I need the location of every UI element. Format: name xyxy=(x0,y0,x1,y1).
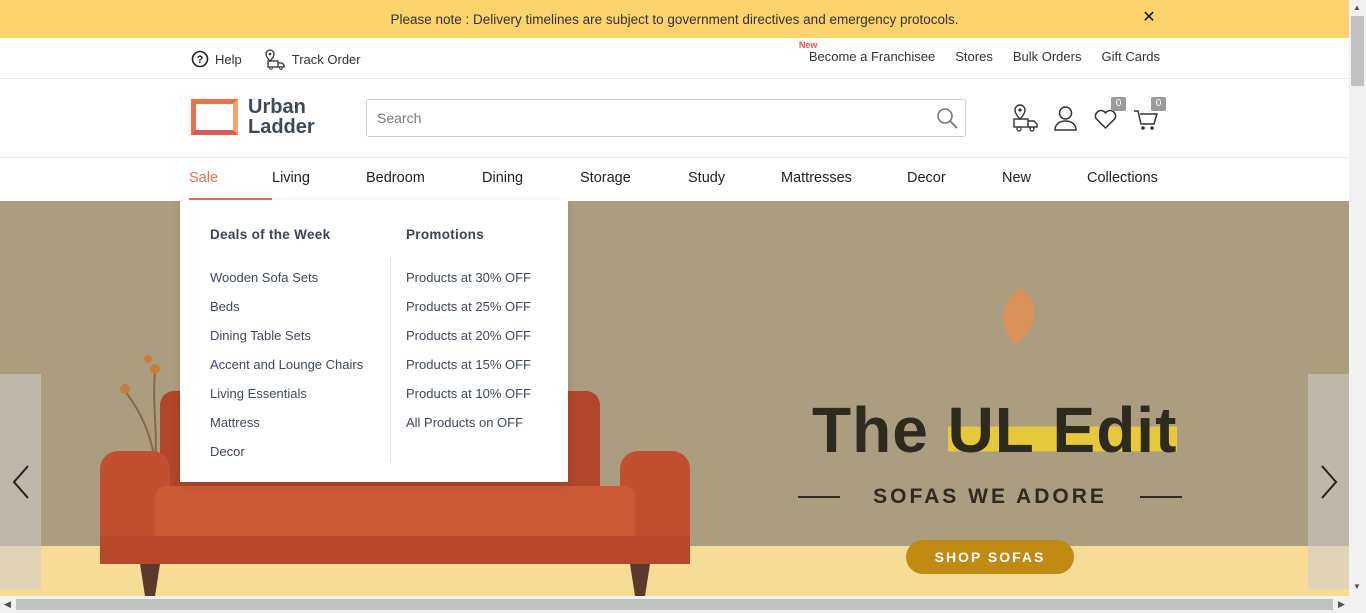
shop-sofas-button[interactable]: SHOP SOFAS xyxy=(906,540,1074,574)
user-icon xyxy=(1054,106,1077,131)
search-input[interactable] xyxy=(367,100,927,136)
account-button[interactable] xyxy=(1052,103,1079,133)
scrollbar-thumb[interactable] xyxy=(1351,16,1364,86)
track-order-label: Track Order xyxy=(291,51,361,67)
logo[interactable]: Urban Ladder xyxy=(191,97,315,137)
nav-item-living[interactable]: Living xyxy=(272,158,366,201)
notice-text: Please note : Delivery timelines are sub… xyxy=(390,11,959,27)
logo-text-line2: Ladder xyxy=(248,116,315,138)
divider xyxy=(798,496,840,498)
wishlist-count-badge: 0 xyxy=(1111,97,1126,111)
carousel-prev-button[interactable] xyxy=(0,374,41,589)
cart-count-badge: 0 xyxy=(1151,97,1166,111)
menu-item-dining-table-sets[interactable]: Dining Table Sets xyxy=(210,321,363,350)
gift-cards-link[interactable]: Gift Cards xyxy=(1101,49,1160,64)
help-link[interactable]: ? Help xyxy=(191,50,242,68)
deals-heading: Deals of the Week xyxy=(210,227,331,242)
leaf-illustration xyxy=(1003,288,1035,344)
promotions-heading: Promotions xyxy=(406,227,485,242)
track-order-button[interactable] xyxy=(1012,103,1039,133)
search-box xyxy=(366,99,966,137)
divider xyxy=(1140,496,1182,498)
menu-item-20-off[interactable]: Products at 20% OFF xyxy=(406,321,531,350)
category-nav: Sale Living Bedroom Dining Storage Study… xyxy=(0,158,1349,201)
chevron-left-icon xyxy=(12,464,29,499)
deals-column: Deals of the Week Wooden Sofa Sets Beds … xyxy=(210,227,363,466)
main-header: Urban Ladder 0 0 xyxy=(0,79,1349,158)
menu-item-beds[interactable]: Beds xyxy=(210,292,363,321)
menu-item-decor[interactable]: Decor xyxy=(210,437,363,466)
menu-item-15-off[interactable]: Products at 15% OFF xyxy=(406,350,531,379)
divider xyxy=(390,258,391,462)
nav-item-storage[interactable]: Storage xyxy=(580,158,688,201)
vertical-scrollbar[interactable]: ▲ ▼ xyxy=(1349,0,1366,613)
hero-title-highlight: UL Edit xyxy=(947,394,1178,466)
wishlist-button[interactable]: 0 xyxy=(1092,97,1126,133)
menu-item-mattress[interactable]: Mattress xyxy=(210,408,363,437)
menu-item-10-off[interactable]: Products at 10% OFF xyxy=(406,379,531,408)
logo-mark-icon xyxy=(191,99,238,135)
scroll-down-icon[interactable]: ▼ xyxy=(1353,582,1361,591)
scroll-up-icon[interactable]: ▲ xyxy=(1353,3,1361,12)
nav-item-decor[interactable]: Decor xyxy=(907,158,1002,201)
promotions-column: Promotions Products at 30% OFF Products … xyxy=(406,227,531,437)
menu-item-accent-lounge-chairs[interactable]: Accent and Lounge Chairs xyxy=(210,350,363,379)
menu-item-25-off[interactable]: Products at 25% OFF xyxy=(406,292,531,321)
track-order-link[interactable]: Track Order xyxy=(264,48,361,70)
truck-location-icon xyxy=(1013,104,1038,132)
hero-title: The UL Edit xyxy=(812,393,1178,467)
franchisee-label: Become a Franchisee xyxy=(808,49,936,64)
nav-item-bedroom[interactable]: Bedroom xyxy=(366,158,482,201)
svg-text:?: ? xyxy=(197,54,204,66)
new-badge: New xyxy=(798,40,818,50)
carousel-next-button[interactable] xyxy=(1308,374,1349,589)
close-icon[interactable]: ✕ xyxy=(1140,9,1158,27)
nav-item-collections[interactable]: Collections xyxy=(1087,158,1167,201)
logo-text-line1: Urban xyxy=(248,96,306,118)
hero-subtitle-row: SOFAS WE ADORE xyxy=(798,485,1182,509)
menu-item-30-off[interactable]: Products at 30% OFF xyxy=(406,263,531,292)
scroll-left-icon[interactable]: ◀ xyxy=(4,599,11,610)
bulk-orders-link[interactable]: Bulk Orders xyxy=(1013,49,1082,64)
help-label: Help xyxy=(215,51,242,67)
franchisee-link[interactable]: New Become a Franchisee xyxy=(799,40,936,64)
truck-location-icon xyxy=(265,49,285,70)
hero-title-prefix: The xyxy=(812,394,948,466)
menu-item-living-essentials[interactable]: Living Essentials xyxy=(210,379,363,408)
utility-bar: ? Help Track Order New Become a Franchis… xyxy=(0,38,1349,79)
scroll-right-icon[interactable]: ▶ xyxy=(1338,599,1345,610)
nav-item-study[interactable]: Study xyxy=(688,158,781,201)
nav-item-new[interactable]: New xyxy=(1002,158,1087,201)
help-icon: ? xyxy=(191,50,209,68)
horizontal-scrollbar[interactable]: ◀ ▶ xyxy=(0,596,1349,613)
chevron-right-icon xyxy=(1320,464,1337,499)
nav-item-sale[interactable]: Sale xyxy=(189,158,272,201)
menu-item-all-off[interactable]: All Products on OFF xyxy=(406,408,531,437)
nav-item-dining[interactable]: Dining xyxy=(482,158,580,201)
menu-item-wooden-sofa-sets[interactable]: Wooden Sofa Sets xyxy=(210,263,363,292)
nav-item-mattresses[interactable]: Mattresses xyxy=(781,158,907,201)
scrollbar-thumb[interactable] xyxy=(16,599,1333,610)
notice-bar: Please note : Delivery timelines are sub… xyxy=(0,0,1349,38)
search-icon[interactable] xyxy=(935,106,959,130)
sale-dropdown-menu: Deals of the Week Wooden Sofa Sets Beds … xyxy=(180,200,568,482)
hero-subtitle: SOFAS WE ADORE xyxy=(873,485,1107,508)
stores-link[interactable]: Stores xyxy=(955,49,993,64)
cart-button[interactable]: 0 xyxy=(1132,97,1166,133)
